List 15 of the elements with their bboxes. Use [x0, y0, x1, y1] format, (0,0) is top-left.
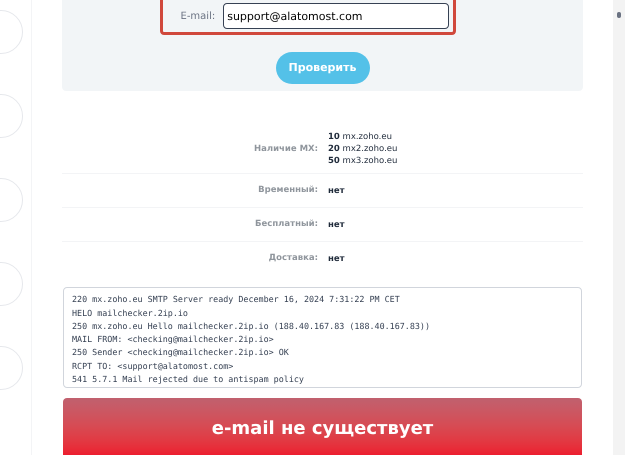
field-value: 10 mx.zoho.eu: [328, 131, 393, 144]
field-value: нет: [328, 218, 345, 231]
result-banner: e-mail не существует: [63, 398, 582, 455]
field-value: 20 mx2.zoho.eu: [328, 143, 398, 156]
field-value: нет: [328, 184, 345, 197]
field-value: нет: [328, 252, 345, 265]
field-label: Доставка:: [268, 252, 318, 266]
smtp-log: 220 mx.zoho.eu SMTP Server ready December 16, 2024 7:31:22 PM CET HELO mailchecker.2ip.io 250 mx.zoho.eu Hello mailchecker.2ip.io (188.40.167.83 (188.40.167.83)) MAIL FROM: <checking@mailchecker.2ip.io> 250 Sender <checking@mailchecker.2ip.io> OK RCPT TO: <support@alatomost.com> 541 5.7.1 Mail rejected due to antispam policy: [63, 287, 582, 388]
scrollbar-thumb[interactable]: [617, 12, 621, 18]
email-input[interactable]: support@alatomost.com: [223, 3, 448, 29]
field-value: 50 mx3.zoho.eu: [328, 155, 398, 168]
field-label: Наличие MX:: [253, 142, 318, 156]
email-label: E-mail:: [180, 10, 216, 24]
field-label: Бесплатный:: [254, 218, 318, 232]
field-label: Временный:: [257, 184, 318, 198]
